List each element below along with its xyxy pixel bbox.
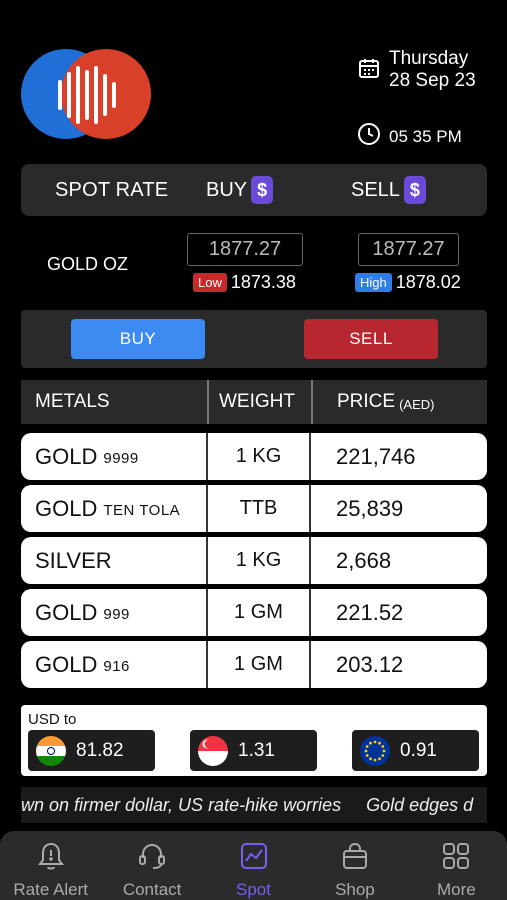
nav-more[interactable]: More — [406, 831, 507, 900]
nav-shop[interactable]: Shop — [304, 831, 405, 900]
bell-icon — [37, 841, 65, 880]
weight-cell: 1 KG — [206, 433, 311, 480]
nav-label: Contact — [122, 880, 182, 899]
price-header-label: PRICE — [337, 391, 396, 412]
bottom-navigation: Rate Alert Contact Spot Shop More — [0, 831, 507, 900]
weight-column-header: WEIGHT — [207, 380, 295, 424]
calendar-icon — [357, 56, 381, 85]
grid-icon — [441, 841, 471, 880]
table-row: SILVER 1 KG 2,668 — [21, 537, 487, 584]
metal-name: GOLD — [35, 495, 98, 521]
metal-purity: TEN TOLA — [103, 502, 181, 519]
time-label: 05 35 PM — [389, 126, 462, 146]
date-label: 28 Sep 23 — [389, 70, 476, 91]
metal-purity: 9999 — [103, 450, 139, 467]
day-label: Thursday — [389, 48, 469, 69]
buy-header-label: BUY — [206, 178, 248, 201]
spot-rate-header: SPOT RATE BUY $ SELL $ — [21, 164, 487, 216]
dollar-icon: $ — [403, 176, 426, 204]
gold-oz-sell-price: 1877.27 — [358, 233, 459, 266]
gold-oz-buy-price: 1877.27 — [187, 233, 303, 266]
buy-button[interactable]: BUY — [71, 319, 205, 359]
table-row: GOLD 9999 1 KG 221,746 — [21, 433, 487, 480]
high-badge: High — [355, 273, 392, 292]
brand-logo — [20, 48, 152, 140]
bag-icon — [340, 841, 370, 880]
metal-cell: GOLD 9999 — [35, 433, 139, 480]
usd-to-label: USD to — [28, 711, 77, 728]
price-cell: 2,668 — [336, 547, 392, 573]
sell-header-label: SELL — [351, 178, 400, 201]
gold-oz-high: High 1878.02 — [355, 272, 461, 293]
table-row: GOLD 916 1 GM 203.12 — [21, 641, 487, 688]
singapore-flag-icon — [198, 735, 228, 766]
metal-name: SILVER — [35, 547, 112, 573]
price-column-header: PRICE (AED) — [311, 380, 434, 424]
action-bar: BUY SELL — [21, 310, 487, 368]
nav-contact[interactable]: Contact — [101, 831, 202, 900]
price-cell: 203.12 — [336, 651, 404, 677]
metal-cell: GOLD 916 — [35, 641, 130, 688]
metal-cell: GOLD TEN TOLA — [35, 485, 180, 532]
nav-label: Spot — [236, 880, 271, 899]
metal-name: GOLD — [35, 651, 98, 677]
india-flag-icon — [36, 735, 66, 766]
metals-table: GOLD 9999 1 KG 221,746 GOLD TEN TOLA TTB… — [21, 433, 487, 693]
metal-name: GOLD — [35, 599, 98, 625]
nav-label: Shop — [335, 880, 375, 899]
sell-column-header: SELL $ — [351, 176, 426, 204]
dollar-icon: $ — [251, 176, 274, 204]
metal-cell: SILVER — [35, 537, 118, 584]
metals-column-header: METALS — [35, 391, 110, 412]
ticker-text: wn on firmer dollar, US rate-hike worrie… — [21, 795, 474, 815]
date-time-block: Thursday 28 Sep 23 05 35 PM — [357, 48, 487, 151]
news-ticker[interactable]: wn on firmer dollar, US rate-hike worrie… — [0, 787, 507, 823]
nav-spot[interactable]: Spot — [203, 831, 304, 900]
sgd-rate-value: 1.31 — [238, 739, 275, 761]
buy-column-header: BUY $ — [206, 176, 274, 204]
price-unit-label: (AED) — [399, 397, 435, 412]
weight-cell: 1 KG — [206, 537, 311, 584]
sgd-rate: 1.31 — [190, 730, 317, 771]
eu-flag-icon — [360, 735, 390, 766]
metals-table-header: METALS WEIGHT PRICE (AED) — [21, 380, 487, 424]
low-value: 1873.38 — [230, 272, 296, 292]
high-value: 1878.02 — [395, 272, 461, 292]
price-cell: 221,746 — [336, 443, 416, 469]
price-cell: 25,839 — [336, 495, 404, 521]
metal-purity: 999 — [103, 606, 130, 623]
weight-cell: 1 GM — [206, 589, 311, 636]
currency-panel: USD to 81.82 1.31 0.91 — [21, 705, 487, 776]
metal-cell: GOLD 999 — [35, 589, 130, 636]
metal-purity: 916 — [103, 658, 130, 675]
gold-oz-label: GOLD OZ — [47, 254, 129, 274]
weight-cell: 1 GM — [206, 641, 311, 688]
nav-rate-alert[interactable]: Rate Alert — [0, 831, 101, 900]
inr-rate-value: 81.82 — [76, 739, 124, 761]
sell-button[interactable]: SELL — [304, 319, 438, 359]
inr-rate: 81.82 — [28, 730, 155, 771]
spot-rate-title: SPOT RATE — [55, 178, 169, 201]
low-badge: Low — [193, 273, 227, 292]
eur-rate-value: 0.91 — [400, 739, 437, 761]
table-row: GOLD 999 1 GM 221.52 — [21, 589, 487, 636]
weight-cell: TTB — [206, 485, 311, 532]
price-cell: 221.52 — [336, 599, 404, 625]
metal-name: GOLD — [35, 443, 98, 469]
table-row: GOLD TEN TOLA TTB 25,839 — [21, 485, 487, 532]
eur-rate: 0.91 — [352, 730, 479, 771]
nav-label: More — [436, 880, 476, 899]
headset-icon — [137, 841, 167, 880]
clock-icon — [357, 122, 381, 151]
gold-oz-low: Low 1873.38 — [193, 272, 296, 293]
nav-label: Rate Alert — [13, 880, 89, 899]
chart-icon — [239, 841, 269, 880]
